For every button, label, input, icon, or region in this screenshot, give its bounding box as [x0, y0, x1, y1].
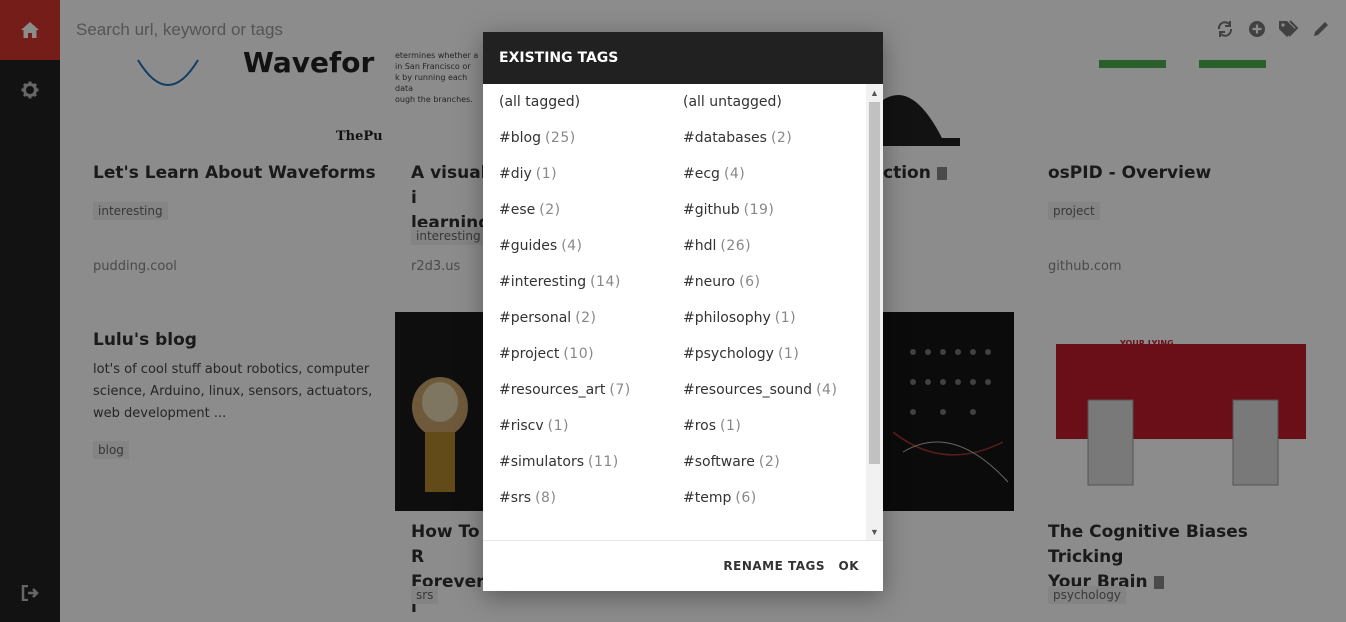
- tag-name: #personal: [499, 310, 572, 326]
- tag-name: #riscv: [499, 418, 544, 434]
- tag-item[interactable]: #ese (2): [499, 202, 561, 218]
- tag-item[interactable]: #philosophy (1): [683, 310, 796, 326]
- tag-name: #resources_sound: [683, 382, 813, 398]
- tag-count: (1): [720, 418, 742, 434]
- tag-item[interactable]: #psychology (1): [683, 346, 799, 362]
- ok-button[interactable]: OK: [839, 541, 860, 592]
- scroll-thumb[interactable]: [869, 102, 880, 464]
- tag-count: (2): [758, 454, 781, 470]
- tag-name: #diy: [499, 166, 532, 182]
- tag-count: (6): [735, 490, 757, 506]
- tag-count: (4): [723, 166, 746, 182]
- tag-item[interactable]: #ecg (4): [683, 166, 745, 182]
- tag-name: #philosophy: [683, 310, 771, 326]
- tag-item[interactable]: #interesting (14): [499, 274, 621, 290]
- tag-item[interactable]: #databases (2): [683, 130, 792, 146]
- scroll-up-arrow[interactable]: ▲: [866, 84, 883, 101]
- tag-name: #hdl: [683, 238, 717, 254]
- tag-count: (11): [588, 454, 619, 470]
- tag-name: #project: [499, 346, 560, 362]
- tag-name: (all untagged): [683, 94, 782, 110]
- tag-name: (all tagged): [499, 94, 581, 110]
- dialog-title: EXISTING TAGS: [483, 32, 883, 84]
- tag-item[interactable]: #guides (4): [499, 238, 583, 254]
- tag-item[interactable]: #blog (25): [499, 130, 576, 146]
- tag-count: (10): [563, 346, 595, 362]
- tag-name: #ros: [683, 418, 717, 434]
- tag-item[interactable]: (all tagged): [499, 94, 580, 110]
- tag-item[interactable]: #temp (6): [683, 490, 757, 506]
- tag-item[interactable]: #resources_art (7): [499, 382, 631, 398]
- tag-item[interactable]: #simulators (11): [499, 454, 619, 470]
- tag-item[interactable]: #project (10): [499, 346, 594, 362]
- tag-item[interactable]: #github (19): [683, 202, 774, 218]
- tag-name: #simulators: [499, 454, 584, 470]
- tag-count: (2): [539, 202, 561, 218]
- tag-list: (all tagged) (all untagged) #blog (25) #data…: [483, 84, 883, 540]
- rename-tags-button[interactable]: RENAME TAGS: [723, 541, 825, 592]
- existing-tags-dialog: EXISTING TAGS (all tagged) (all untagged)…: [483, 32, 883, 591]
- tag-item[interactable]: #hdl (26): [683, 238, 751, 254]
- scroll-down-arrow[interactable]: ▼: [866, 523, 883, 540]
- tag-count: (26): [720, 238, 752, 254]
- tag-item[interactable]: #srs (8): [499, 490, 556, 506]
- tag-name: #ese: [499, 202, 536, 218]
- tag-name: #neuro: [683, 274, 736, 290]
- tag-name: #srs: [499, 490, 532, 506]
- tag-item[interactable]: (all untagged): [683, 94, 782, 110]
- tag-count: (2): [575, 310, 597, 326]
- tag-count: (8): [535, 490, 557, 506]
- tag-item[interactable]: #personal (2): [499, 310, 597, 326]
- tag-count: (7): [609, 382, 631, 398]
- tag-count: (1): [777, 346, 800, 362]
- tag-count: (1): [535, 166, 558, 182]
- tag-name: #interesting: [499, 274, 587, 290]
- tag-count: (19): [743, 202, 775, 218]
- dialog-footer: RENAME TAGS OK: [483, 540, 883, 591]
- tag-item[interactable]: #diy (1): [499, 166, 557, 182]
- tag-item[interactable]: #resources_sound (4): [683, 382, 837, 398]
- tag-count: (4): [816, 382, 838, 398]
- tag-name: #psychology: [683, 346, 774, 362]
- scrollbar[interactable]: ▲ ▼: [866, 84, 883, 540]
- tag-count: (6): [739, 274, 761, 290]
- tag-name: #github: [683, 202, 740, 218]
- tag-name: #software: [683, 454, 755, 470]
- tag-name: #ecg: [683, 166, 720, 182]
- tag-name: #guides: [499, 238, 558, 254]
- tag-item[interactable]: #software (2): [683, 454, 780, 470]
- tag-name: #resources_art: [499, 382, 606, 398]
- tag-count: (1): [774, 310, 797, 326]
- tag-item[interactable]: #neuro (6): [683, 274, 760, 290]
- tag-count: (4): [561, 238, 583, 254]
- tag-name: #blog: [499, 130, 541, 146]
- tag-item[interactable]: #ros (1): [683, 418, 741, 434]
- tag-name: #databases: [683, 130, 767, 146]
- tag-item[interactable]: #riscv (1): [499, 418, 569, 434]
- tag-count: (14): [590, 274, 621, 290]
- tag-count: (25): [544, 130, 576, 146]
- tag-count: (1): [547, 418, 569, 434]
- tag-name: #temp: [683, 490, 732, 506]
- tag-count: (2): [770, 130, 793, 146]
